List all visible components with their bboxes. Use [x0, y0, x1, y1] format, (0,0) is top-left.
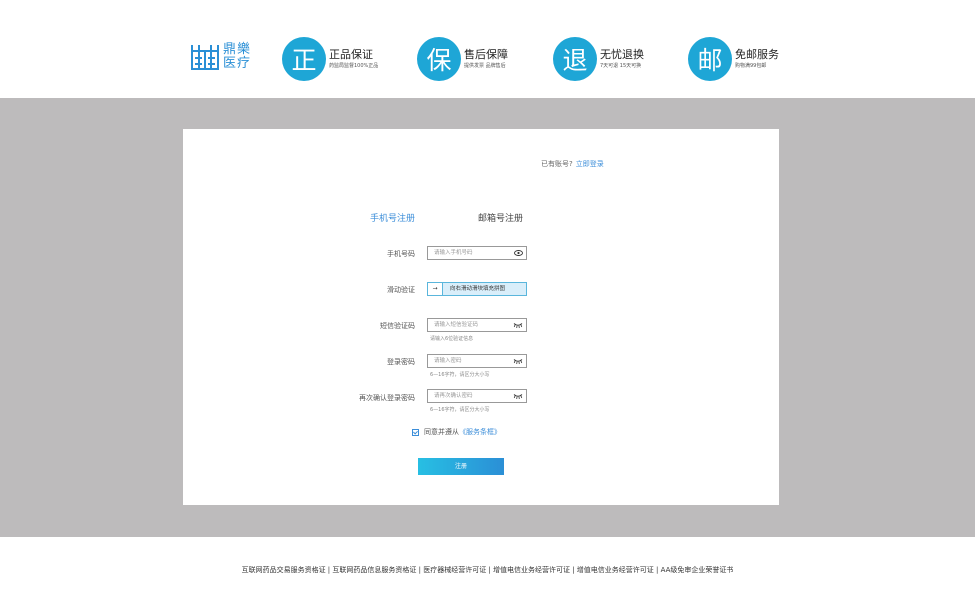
login-prompt-text: 已有账号?: [541, 160, 573, 168]
confirm-hint: 6—16字符，请区分大小写: [430, 407, 490, 413]
eye-closed-icon[interactable]: [513, 319, 523, 331]
slider-handle[interactable]: →: [428, 283, 443, 295]
sms-label: 短信验证码: [380, 322, 415, 330]
feature-title: 免邮服务: [735, 48, 779, 61]
confirm-placeholder: 请再次确认密码: [434, 393, 473, 399]
feature-subtitle: 7天可退 15天可换: [600, 63, 642, 69]
tab-email-register[interactable]: 邮箱号注册: [478, 211, 523, 224]
slider-text: 向右滑动滑块填充拼图: [450, 286, 506, 292]
feature-subtitle: 药监局监督100%正品: [329, 63, 379, 69]
feature-authentic: 正 正品保证 药监局监督100%正品: [282, 37, 378, 81]
sms-placeholder: 请输入短信验证码: [434, 322, 479, 328]
password-hint: 6—16字符，请区分大小写: [430, 372, 490, 378]
authentic-icon: 正: [282, 37, 326, 81]
returns-icon: 退: [553, 37, 597, 81]
register-card: 已有账号? 立即登录 手机号注册 邮箱号注册 手机号码 请输入手机号码 滑动验证 …: [183, 129, 779, 505]
sms-hint: 请输入6位验证信息: [430, 336, 474, 342]
confirm-password-input[interactable]: 请再次确认密码: [427, 389, 527, 403]
feature-aftersales: 保 售后保障 提供发票 品牌售后: [417, 37, 508, 81]
slide-verify[interactable]: → 向右滑动滑块填充拼图: [427, 282, 527, 296]
agree-checkbox[interactable]: [412, 428, 419, 436]
tab-phone-register[interactable]: 手机号注册: [370, 211, 415, 224]
feature-free-shipping: 邮 免邮服务 购物满99包邮: [688, 37, 779, 81]
feature-subtitle: 提供发票 品牌售后: [464, 63, 506, 69]
footer-certificates: 互联网药品交易服务资格证 | 互联网药品信息服务资格证 | 医疗器械经营许可证 …: [241, 566, 734, 574]
agreement-row: 同意并遵从 《服务条框》: [412, 427, 501, 437]
sms-code-input[interactable]: 请输入短信验证码: [427, 318, 527, 332]
eye-closed-icon[interactable]: [513, 355, 523, 367]
logo-line1: 鼎樂: [223, 42, 252, 57]
eye-icon[interactable]: [514, 247, 523, 259]
password-placeholder: 请输入密码: [434, 358, 462, 364]
register-button[interactable]: 注册: [418, 458, 504, 475]
phone-input[interactable]: 请输入手机号码: [427, 246, 527, 260]
site-header: 鼎樂 医疗 正 正品保证 药监局监督100%正品 保 售后保障 提供发票 品牌售…: [0, 0, 975, 98]
feature-title: 无忧退换: [600, 48, 644, 61]
shipping-icon: 邮: [688, 37, 732, 81]
slider-label: 滑动验证: [387, 286, 415, 294]
aftersales-icon: 保: [417, 37, 461, 81]
terms-link[interactable]: 《服务条框》: [459, 427, 501, 437]
confirm-password-label: 再次确认登录密码: [359, 394, 415, 402]
logo-line2: 医疗: [223, 56, 252, 71]
feature-returns: 退 无忧退换 7天可退 15天可换: [553, 37, 644, 81]
login-link[interactable]: 立即登录: [576, 160, 604, 168]
feature-title: 正品保证: [329, 48, 373, 61]
logo-mark-icon: [191, 45, 219, 70]
password-input[interactable]: 请输入密码: [427, 354, 527, 368]
feature-title: 售后保障: [464, 48, 508, 61]
phone-placeholder: 请输入手机号码: [434, 250, 473, 256]
phone-label: 手机号码: [387, 250, 415, 258]
login-prompt: 已有账号? 立即登录: [541, 159, 604, 169]
password-label: 登录密码: [387, 358, 415, 366]
feature-subtitle: 购物满99包邮: [735, 63, 767, 69]
logo[interactable]: 鼎樂 医疗: [190, 41, 251, 73]
agree-text: 同意并遵从: [424, 428, 459, 436]
eye-closed-icon[interactable]: [513, 390, 523, 402]
